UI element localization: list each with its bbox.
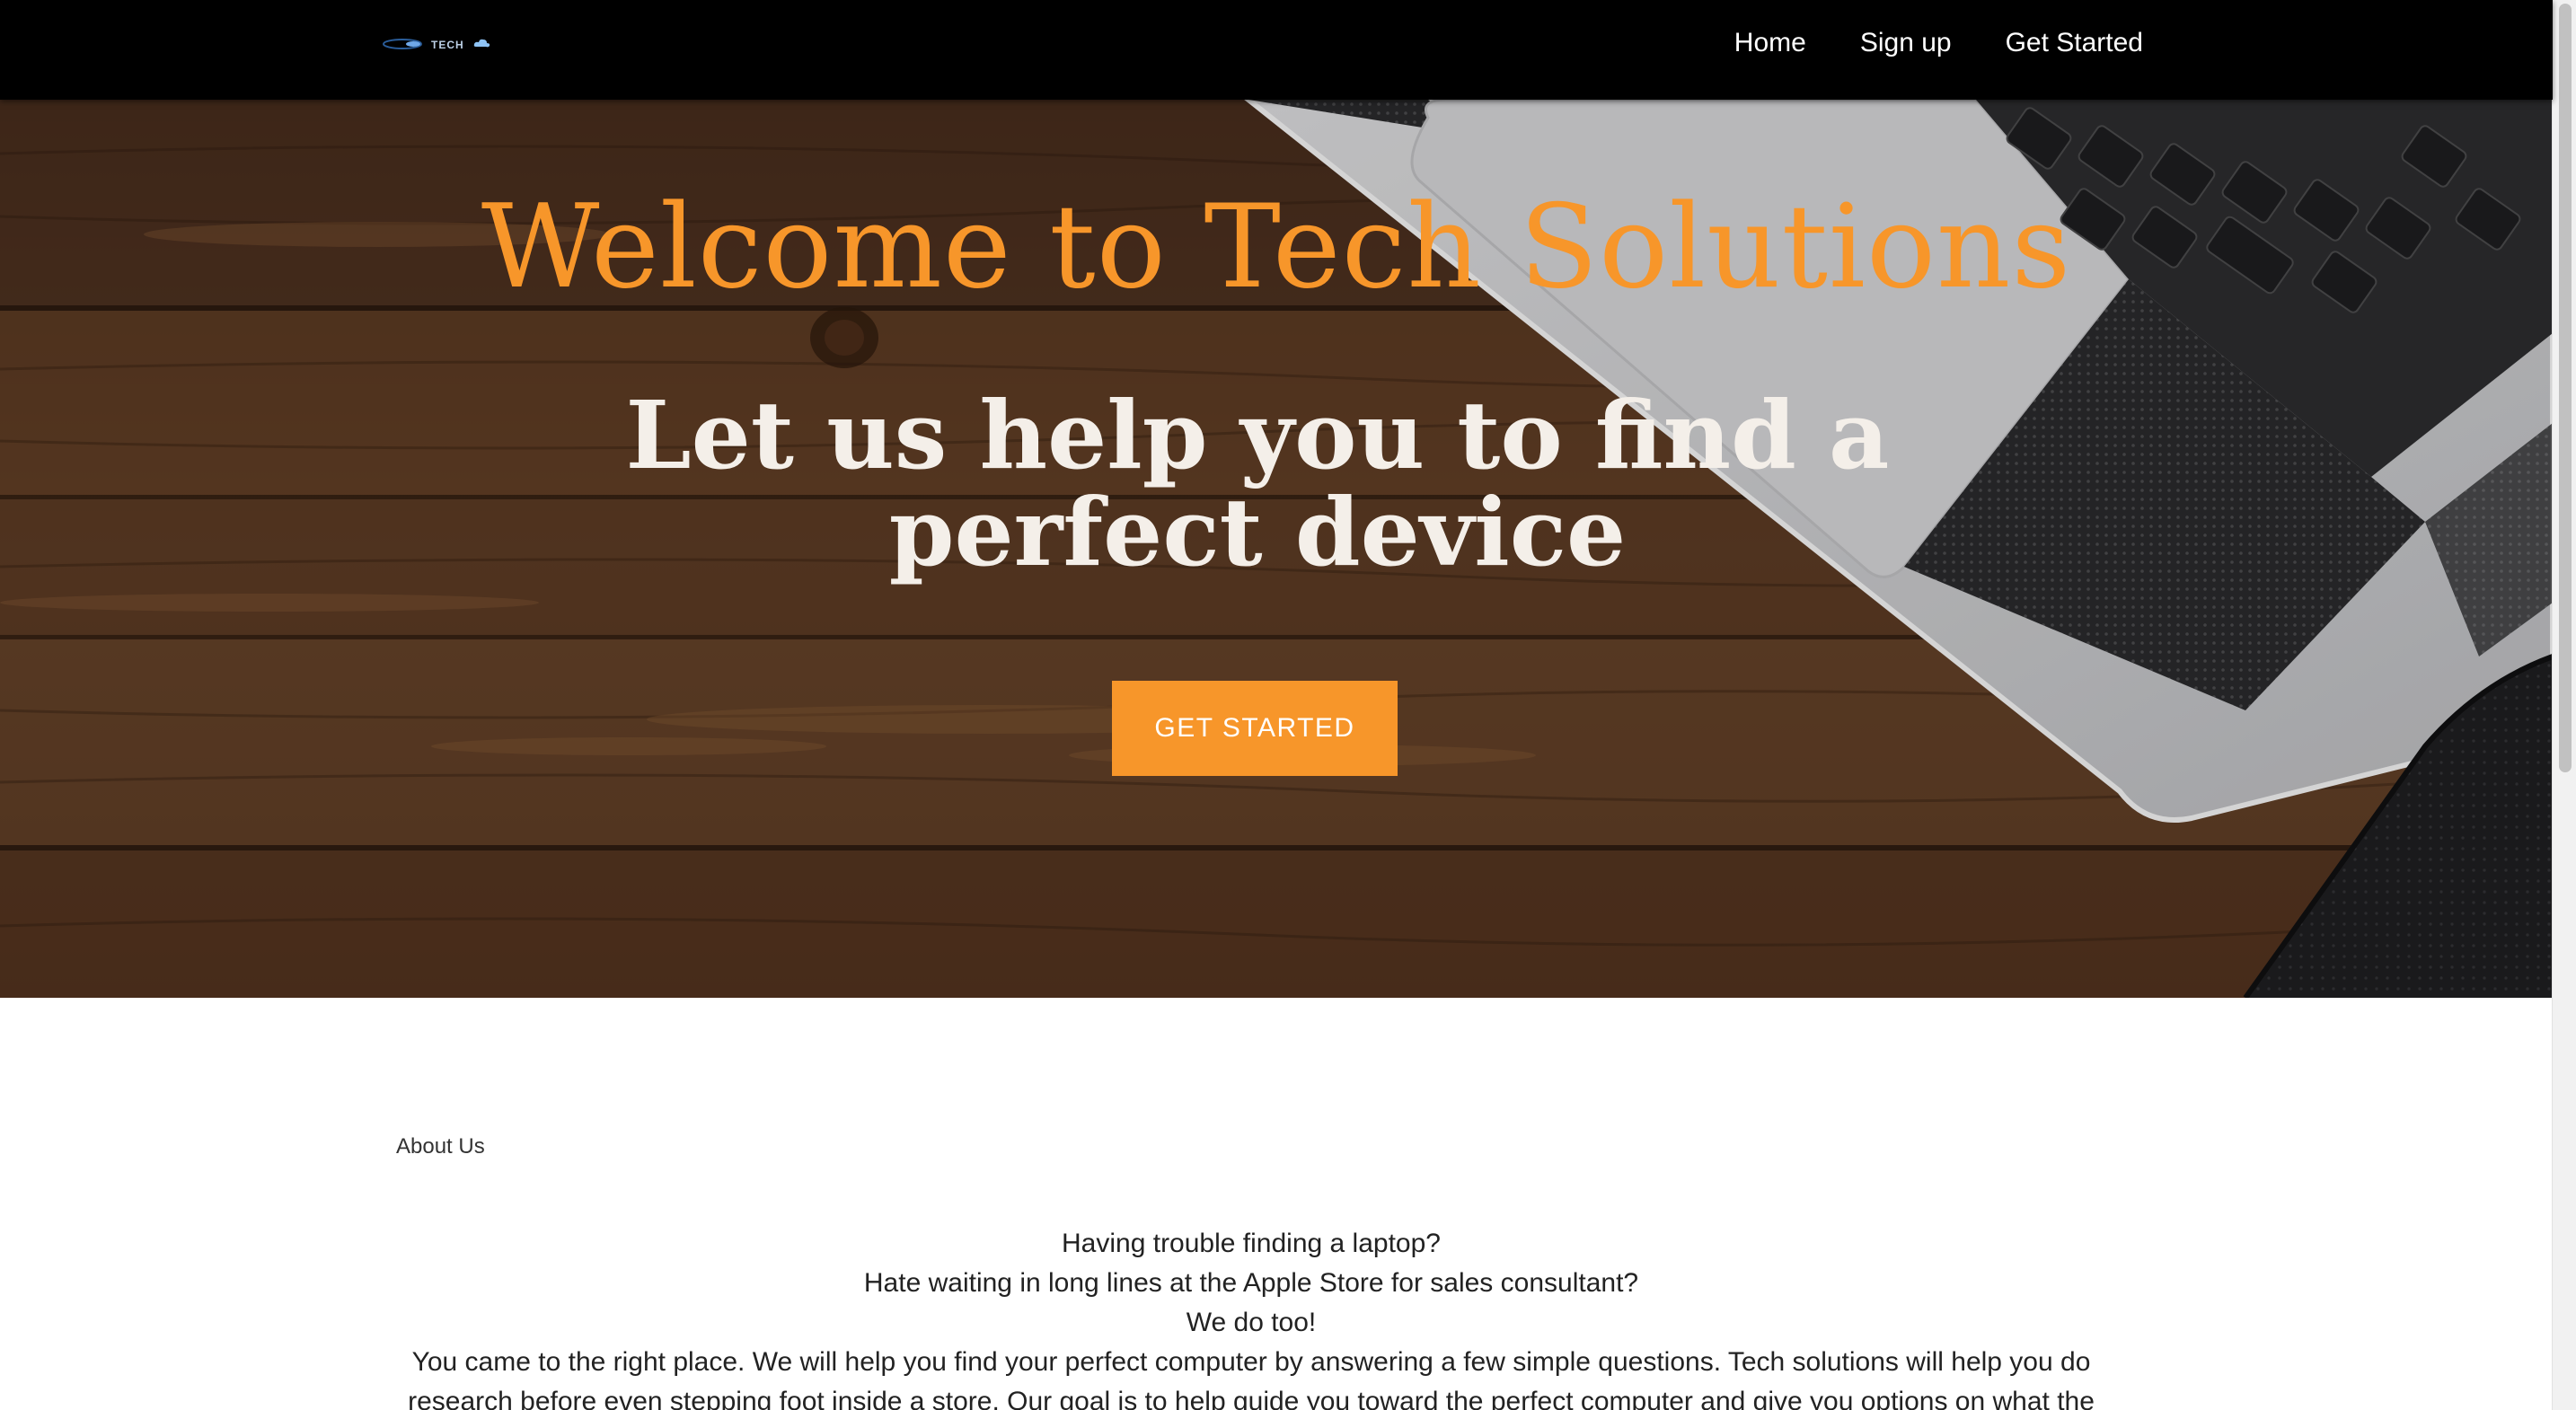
hero-section: Welcome to Tech Solutions Let us help yo…: [0, 100, 2553, 998]
hero-title: Welcome to Tech Solutions: [481, 181, 2072, 314]
about-line-description: You came to the right place. We will hel…: [408, 1347, 2095, 1410]
about-line-we-do-too: We do too!: [1186, 1308, 1317, 1337]
nav-link-home[interactable]: Home: [1734, 28, 1806, 58]
logo-cloud-icon: [473, 39, 490, 48]
logo-swoosh-icon: [383, 39, 422, 49]
nav-link-get-started[interactable]: Get Started: [2006, 28, 2143, 58]
nav-links: Home Sign up Get Started: [1734, 0, 2143, 86]
top-navbar: TECH Home Sign up Get Started: [0, 0, 2553, 100]
hero-subtitle: Let us help you to find a perfect device: [625, 380, 1890, 587]
vertical-scrollbar[interactable]: [2552, 0, 2576, 1410]
logo-text: TECH: [431, 39, 464, 51]
about-line-waiting: Hate waiting in long lines at the Apple …: [863, 1268, 1639, 1298]
tech-logo[interactable]: TECH: [381, 32, 494, 57]
scrollbar-thumb[interactable]: [2559, 4, 2572, 772]
nav-link-signup[interactable]: Sign up: [1860, 28, 1952, 58]
about-us-body: Having trouble finding a laptop? Hate wa…: [395, 1224, 2107, 1410]
about-us-heading: About Us: [396, 1134, 485, 1159]
about-line-question: Having trouble finding a laptop?: [1062, 1229, 1441, 1258]
page: TECH Home Sign up Get Started Welcome to…: [0, 0, 2576, 1410]
get-started-button[interactable]: GET STARTED: [1112, 681, 1398, 776]
